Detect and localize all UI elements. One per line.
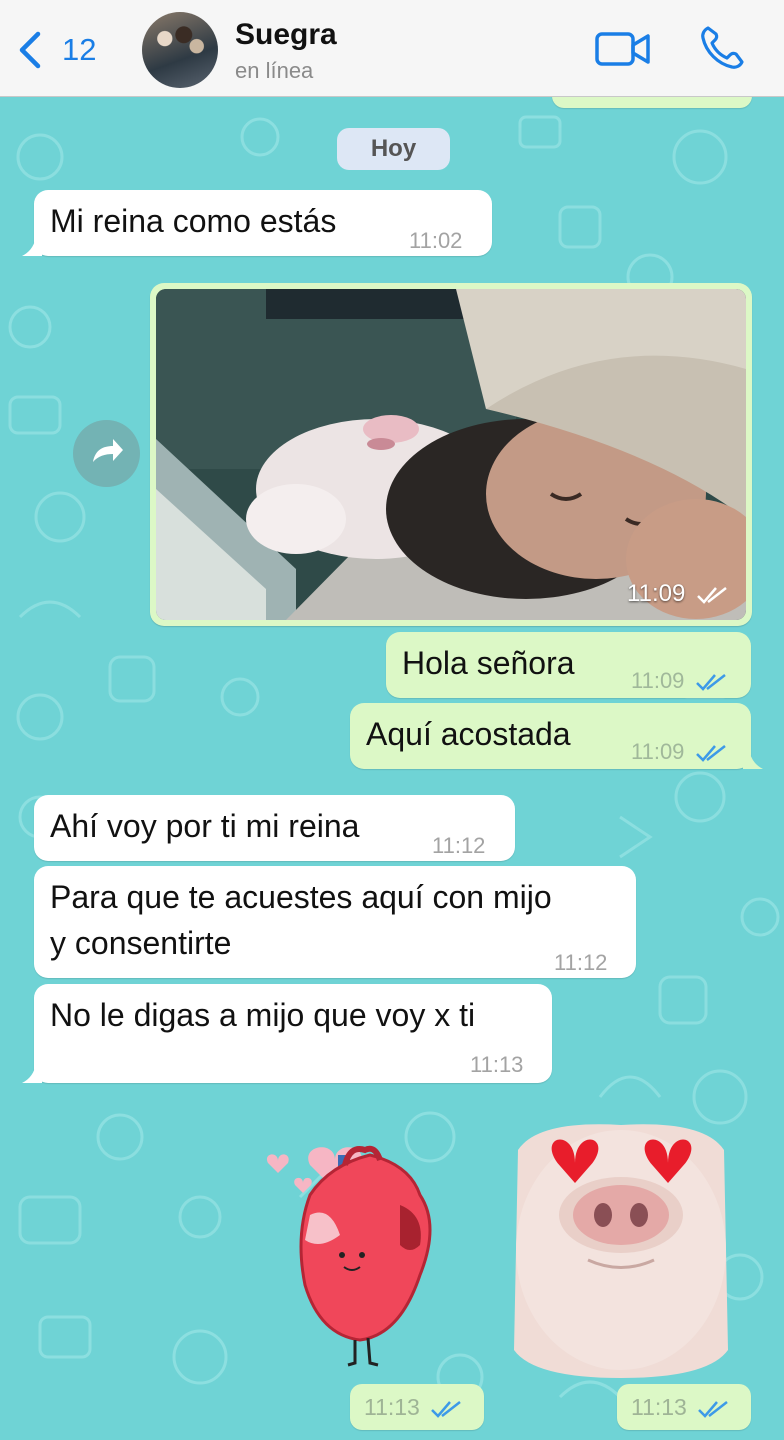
sticker-time: 11:13 — [617, 1384, 751, 1430]
photo-message[interactable]: 11:09 — [150, 283, 752, 626]
forward-arrow-icon — [93, 439, 123, 462]
message-incoming[interactable]: Ahí voy por ti mi reina 11:12 — [34, 795, 515, 861]
contact-status: en línea — [235, 58, 314, 83]
double-check-icon — [698, 1400, 729, 1418]
double-check-icon — [697, 586, 727, 604]
unread-count: 12 — [62, 32, 97, 67]
bubble-tail — [22, 1063, 42, 1083]
photo-sleeping-person — [156, 289, 746, 620]
message-text: Ahí voy por ti mi reina — [50, 808, 360, 844]
message-text: Mi reina como estás — [50, 203, 337, 239]
message-incoming[interactable]: Mi reina como estás 11:02 — [22, 190, 492, 256]
message-text-line-2: y consentirte — [50, 925, 232, 961]
message-time: 11:13 — [470, 1052, 524, 1077]
back-button[interactable]: 12 — [16, 28, 106, 72]
message-time: 11:02 — [409, 228, 463, 253]
bubble-tail — [22, 236, 42, 256]
message-time: 11:12 — [554, 950, 608, 975]
double-check-icon — [695, 745, 726, 763]
message-text: Hola señora — [402, 645, 575, 681]
photo-image[interactable]: 11:09 — [156, 289, 746, 620]
forward-button[interactable] — [73, 420, 140, 487]
contact-name[interactable]: Suegra — [235, 18, 337, 52]
message-incoming[interactable]: No le digas a mijo que voy x ti 11:13 — [22, 984, 552, 1083]
message-time: 11:09 — [631, 658, 727, 704]
message-outgoing[interactable]: Aquí acostada 11:09 — [350, 703, 763, 769]
pig-sticker[interactable] — [508, 1120, 734, 1382]
double-check-icon — [695, 674, 726, 692]
chevron-left-icon — [19, 31, 41, 69]
message-outgoing[interactable]: Hola señora 11:09 — [386, 632, 751, 698]
date-chip: Hoy — [337, 128, 450, 170]
message-time: 11:12 — [432, 833, 486, 858]
message-incoming[interactable]: Para que te acuestes aquí con mijo y con… — [34, 866, 636, 978]
message-text-line-1: Para que te acuestes aquí con mijo — [50, 879, 552, 915]
heart-sticker[interactable] — [250, 1125, 450, 1370]
bubble-tail — [743, 749, 763, 769]
message-text: Aquí acostada — [366, 716, 571, 752]
video-camera-icon[interactable] — [594, 28, 652, 70]
message-text: No le digas a mijo que voy x ti — [50, 997, 476, 1033]
double-check-icon — [431, 1400, 462, 1418]
message-time: 11:09 — [631, 729, 727, 775]
avatar[interactable] — [142, 12, 218, 88]
chat-header: 12 Suegra en línea — [0, 0, 784, 97]
phone-icon[interactable] — [698, 24, 746, 72]
photo-time: 11:09 — [627, 580, 728, 608]
sticker-time: 11:13 — [350, 1384, 484, 1430]
